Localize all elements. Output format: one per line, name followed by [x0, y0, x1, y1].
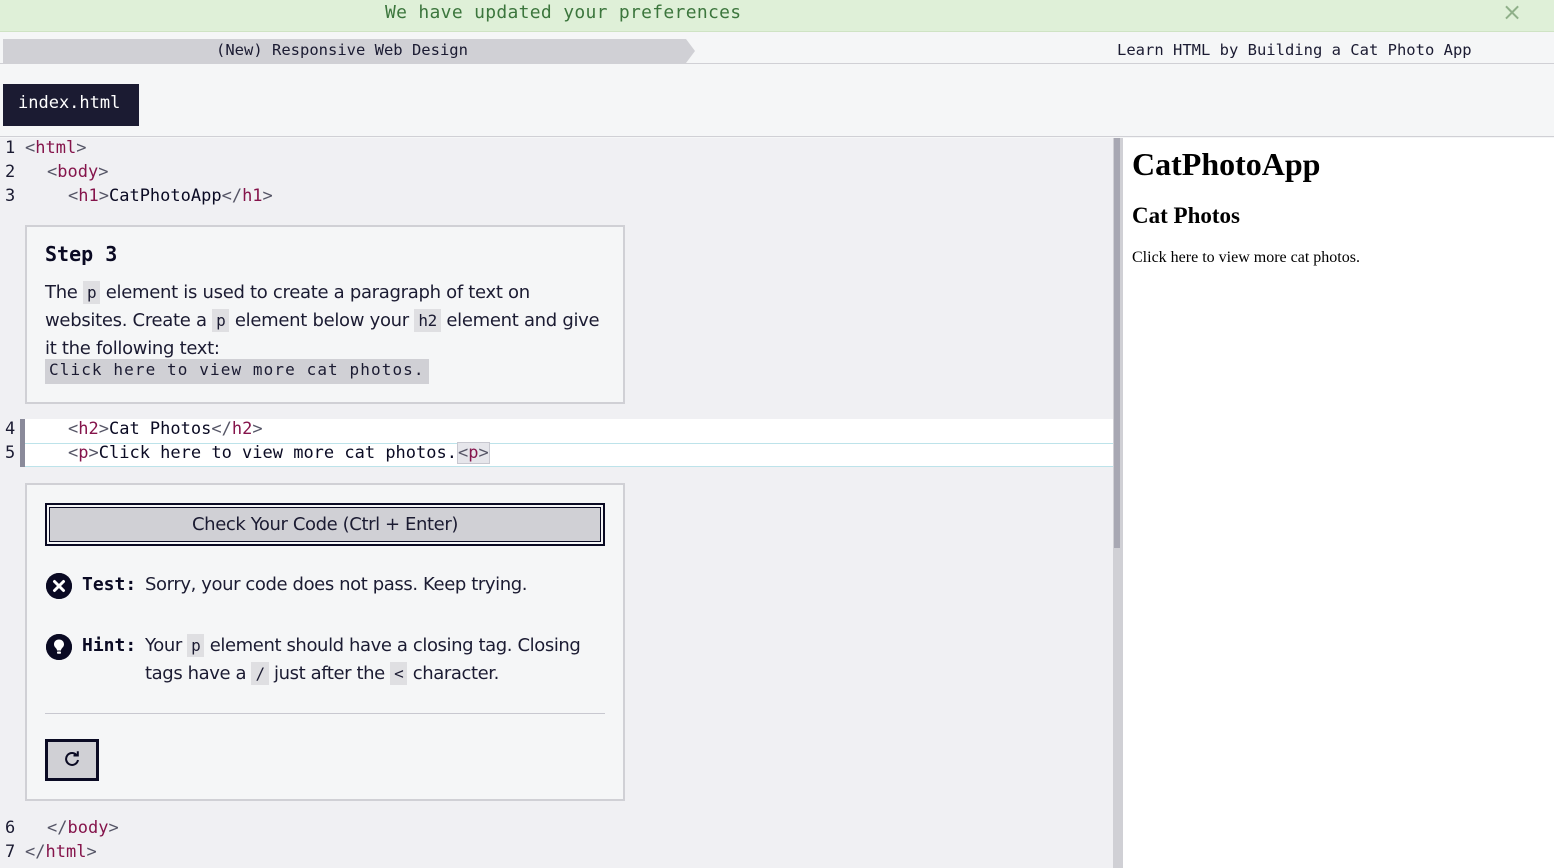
breadcrumb: (New) Responsive Web Design Learn HTML b… — [0, 39, 1554, 64]
bracket: < — [47, 162, 58, 182]
tag-name: h2 — [78, 419, 99, 439]
bracket: < — [68, 443, 79, 463]
close-icon[interactable]: × — [1502, 0, 1522, 26]
line-number: 2 — [5, 162, 16, 182]
line-number: 3 — [5, 186, 16, 206]
element-text: CatPhotoApp — [108, 186, 222, 206]
challenge-description: Step 3 The p element is used to create a… — [25, 225, 625, 404]
active-line-marker — [20, 443, 25, 467]
bracket: > — [252, 419, 263, 439]
tab-index-html[interactable]: index.html — [3, 84, 139, 126]
preview-heading: CatPhotoApp — [1132, 146, 1321, 182]
editor-scrollbar[interactable] — [1114, 138, 1120, 548]
code-line[interactable]: <h1>CatPhotoApp</h1> — [68, 186, 273, 206]
inline-code: / — [251, 662, 269, 685]
line-number: 5 — [5, 443, 16, 463]
step-title: Step 3 — [45, 242, 118, 266]
bracket: > — [88, 443, 99, 463]
element-text: Cat Photos — [108, 419, 212, 439]
bracket: > — [76, 138, 87, 158]
bracket: < — [457, 443, 469, 463]
fail-icon — [46, 573, 72, 599]
bracket: </ — [221, 186, 243, 206]
active-line-marker — [20, 419, 25, 443]
code-editor[interactable]: 1 <html> 2 <body> 3 <h1>CatPhotoApp</h1>… — [0, 138, 1117, 868]
text: character. — [407, 663, 500, 684]
bracket: > — [262, 186, 273, 206]
breadcrumb-arrow — [686, 39, 695, 63]
line-number: 4 — [5, 419, 16, 439]
bracket: </ — [25, 842, 46, 862]
text: just after the — [268, 663, 391, 684]
bracket: > — [98, 186, 109, 206]
editor-tabs: index.html — [0, 64, 1554, 137]
lightbulb-icon — [46, 634, 72, 660]
hint-label: Hint: — [82, 635, 137, 656]
code-line[interactable]: </html> — [25, 842, 97, 862]
divider — [45, 713, 605, 714]
bracket: < — [68, 186, 79, 206]
test-label: Test: — [82, 574, 137, 595]
test-panel: Check Your Code (Ctrl + Enter) Test: Sor… — [25, 483, 625, 801]
tag-name: p — [78, 443, 89, 463]
bracket: < — [68, 419, 79, 439]
inline-code: p — [187, 634, 205, 657]
code-line[interactable]: <body> — [47, 162, 108, 182]
tag-name: html — [35, 138, 77, 158]
line-number: 6 — [5, 818, 16, 838]
test-message: Sorry, your code does not pass. Keep try… — [145, 574, 528, 595]
code-line[interactable]: </body> — [47, 818, 119, 838]
matched-tag: <p> — [456, 442, 490, 464]
tag-name: body — [67, 818, 109, 838]
element-text: Click here to view more cat photos. — [98, 443, 457, 463]
tag-name: h1 — [242, 186, 263, 206]
required-text: Click here to view more cat photos. — [45, 359, 429, 384]
bracket: > — [86, 842, 97, 862]
reset-icon — [65, 750, 79, 766]
tag-name: h1 — [78, 186, 99, 206]
bracket: < — [25, 138, 36, 158]
flash-banner: We have updated your preferences × — [0, 0, 1554, 32]
preview-subheading: Cat Photos — [1132, 203, 1240, 228]
line-number: 7 — [5, 842, 16, 862]
breadcrumb-block[interactable]: Learn HTML by Building a Cat Photo App — [1117, 41, 1472, 59]
code-line[interactable]: <h2>Cat Photos</h2> — [68, 419, 263, 439]
tag-name: p — [468, 443, 479, 463]
bracket: </ — [211, 419, 232, 439]
preview-pane: CatPhotoApp Cat Photos Click here to vie… — [1123, 138, 1554, 868]
code-line[interactable]: <html> — [25, 138, 86, 158]
inline-code: p — [212, 309, 230, 332]
bracket: > — [478, 443, 489, 463]
flash-message: We have updated your preferences — [385, 2, 742, 23]
tag-name: body — [57, 162, 99, 182]
bracket: </ — [47, 818, 68, 838]
bracket: > — [98, 419, 109, 439]
text: Your — [145, 635, 188, 656]
text: The — [45, 282, 83, 303]
inline-code: p — [83, 281, 101, 304]
inline-code: h2 — [414, 309, 441, 332]
check-code-button[interactable]: Check Your Code (Ctrl + Enter) — [45, 503, 605, 546]
x-circle-icon — [46, 573, 72, 599]
breadcrumb-superblock[interactable]: (New) Responsive Web Design — [3, 39, 686, 64]
text: element below your — [229, 310, 415, 331]
bracket: > — [98, 162, 109, 182]
preview-paragraph: Click here to view more cat photos. — [1132, 249, 1360, 266]
code-line[interactable]: <p>Click here to view more cat photos.<p… — [68, 442, 490, 464]
bracket: > — [108, 818, 119, 838]
line-number: 1 — [5, 138, 16, 158]
tag-name: h2 — [231, 419, 253, 439]
tag-name: html — [45, 842, 87, 862]
hint-icon — [46, 634, 72, 660]
breadcrumb-superblock-label: (New) Responsive Web Design — [216, 41, 468, 59]
hint-message: Your p element should have a closing tag… — [145, 632, 595, 688]
inline-code: < — [390, 662, 408, 685]
description-text: The p element is used to create a paragr… — [45, 279, 615, 363]
reset-button[interactable] — [45, 739, 99, 781]
